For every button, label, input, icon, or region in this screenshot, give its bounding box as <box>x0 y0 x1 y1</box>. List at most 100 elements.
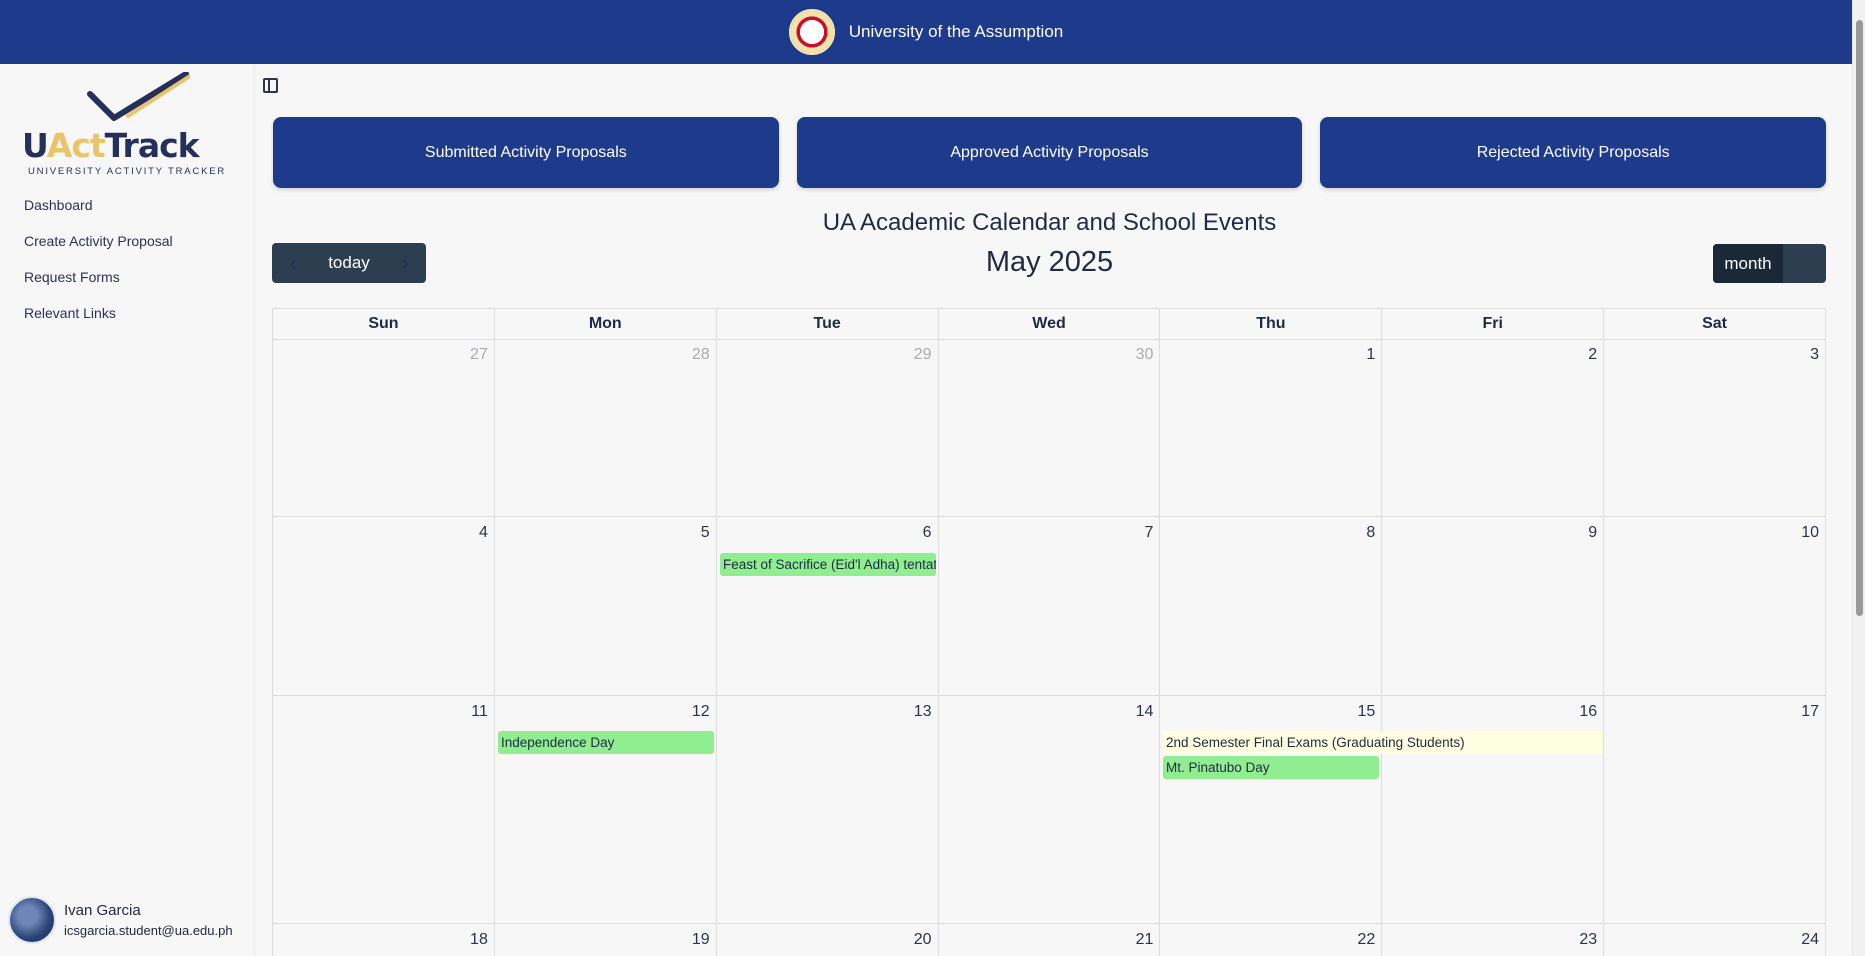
day-cell[interactable]: 10 <box>1604 517 1826 696</box>
page-scrollbar[interactable] <box>1852 0 1865 956</box>
day-number[interactable]: 12 <box>692 703 710 721</box>
day-cell[interactable]: 29 <box>716 339 939 517</box>
day-cell[interactable]: 24 <box>1604 924 1826 956</box>
day-cell[interactable]: 2 <box>1382 339 1605 517</box>
day-number[interactable]: 8 <box>1366 524 1375 542</box>
day-cell[interactable]: 3 <box>1604 339 1826 517</box>
weekday-header: Sun Mon Tue Wed Thu Fri Sat <box>273 309 1826 340</box>
weekday-fri: Fri <box>1382 309 1605 340</box>
sidebar-item-create-activity-proposal[interactable]: Create Activity Proposal <box>24 232 173 268</box>
sidebar-item-request-forms[interactable]: Request Forms <box>24 268 173 304</box>
day-number[interactable]: 22 <box>1357 931 1375 949</box>
day-number[interactable]: 3 <box>1810 346 1819 364</box>
day-number[interactable]: 14 <box>1136 703 1154 721</box>
top-header: University of the Assumption <box>0 0 1852 64</box>
day-number[interactable]: 28 <box>692 346 710 364</box>
day-number[interactable]: 13 <box>914 703 932 721</box>
sidebar-item-relevant-links[interactable]: Relevant Links <box>24 304 173 340</box>
header-title: University of the Assumption <box>848 22 1064 41</box>
logo-wordmark: UActTrack <box>22 126 200 165</box>
weekday-wed: Wed <box>938 309 1161 340</box>
day-cell[interactable]: 7 <box>938 517 1161 696</box>
day-number[interactable]: 21 <box>1136 931 1154 949</box>
day-number[interactable]: 1 <box>1366 346 1375 364</box>
proposal-cards: Submitted Activity Proposals Approved Ac… <box>273 117 1827 188</box>
day-number[interactable]: 20 <box>914 931 932 949</box>
calendar-nav-group: ‹ today › <box>272 243 426 283</box>
day-number[interactable]: 23 <box>1579 931 1597 949</box>
day-number[interactable]: 10 <box>1801 524 1819 542</box>
day-number[interactable]: 27 <box>470 346 488 364</box>
day-number[interactable]: 16 <box>1579 703 1597 721</box>
day-cell[interactable]: 23 <box>1382 924 1605 956</box>
day-number[interactable]: 18 <box>470 931 488 949</box>
day-cell[interactable]: 14 <box>938 696 1161 924</box>
avatar <box>8 896 56 944</box>
day-cell[interactable]: 27 <box>273 339 495 517</box>
day-cell[interactable]: 6 <box>716 517 939 696</box>
weekday-tue: Tue <box>716 309 939 340</box>
day-cell[interactable]: 9 <box>1382 517 1605 696</box>
day-cell[interactable]: 30 <box>938 339 1161 517</box>
day-number[interactable]: 17 <box>1801 703 1819 721</box>
weekday-mon: Mon <box>494 309 717 340</box>
sidebar-toggle-icon[interactable] <box>263 78 278 93</box>
prev-month-icon[interactable]: ‹ <box>272 243 314 283</box>
today-button[interactable]: today <box>314 253 384 273</box>
user-profile[interactable]: Ivan Garcia icsgarcia.student@ua.edu.ph <box>8 896 233 944</box>
day-cell[interactable]: 17 <box>1604 696 1826 924</box>
day-number[interactable]: 19 <box>692 931 710 949</box>
sidebar-item-dashboard[interactable]: Dashboard <box>24 196 173 232</box>
calendar-month-title: May 2025 <box>985 246 1114 278</box>
day-cell[interactable]: 28 <box>494 339 717 517</box>
user-name: Ivan Garcia <box>64 902 141 919</box>
day-cell[interactable]: 5 <box>494 517 717 696</box>
day-cell[interactable]: 8 <box>1160 517 1383 696</box>
day-number[interactable]: 29 <box>914 346 932 364</box>
week-row: 27 28 29 30 1 2 3 <box>273 339 1826 517</box>
day-number[interactable]: 2 <box>1588 346 1597 364</box>
university-seal-icon <box>788 9 835 55</box>
submitted-proposals-button[interactable]: Submitted Activity Proposals <box>273 117 779 188</box>
day-number[interactable]: 15 <box>1357 703 1375 721</box>
day-cell[interactable]: 4 <box>273 517 495 696</box>
uacttrack-logo[interactable]: UActTrack UNIVERSITY ACTIVITY TRACKER <box>22 72 232 180</box>
day-cell[interactable]: 1 <box>1160 339 1383 517</box>
weekday-sun: Sun <box>273 309 495 340</box>
view-toggle: month <box>1713 244 1826 283</box>
user-email: icsgarcia.student@ua.edu.ph <box>64 923 233 938</box>
sidebar-nav: Dashboard Create Activity Proposal Reque… <box>24 196 173 340</box>
checkmark-logo-icon <box>87 72 190 121</box>
logo-tagline: UNIVERSITY ACTIVITY TRACKER <box>28 166 226 177</box>
day-number[interactable]: 4 <box>479 524 488 542</box>
day-number[interactable]: 5 <box>701 524 710 542</box>
week-row: 18 19 20 21 22 23 24 <box>273 924 1826 956</box>
day-number[interactable]: 6 <box>923 524 932 542</box>
week-row: 4 5 6 7 8 9 10 Feast of Sacrifice (Eid'l… <box>273 517 1826 696</box>
day-cell[interactable]: 19 <box>495 924 717 956</box>
day-number[interactable]: 30 <box>1136 346 1154 364</box>
scrollbar-thumb[interactable] <box>1856 20 1863 616</box>
next-month-icon[interactable]: › <box>384 243 426 283</box>
approved-proposals-button[interactable]: Approved Activity Proposals <box>796 117 1303 188</box>
day-number[interactable]: 7 <box>1145 524 1154 542</box>
day-cell[interactable]: 13 <box>716 696 939 924</box>
day-cell[interactable]: 21 <box>939 924 1161 956</box>
day-number[interactable]: 24 <box>1801 931 1819 949</box>
event-independence-day[interactable]: Independence Day <box>498 731 714 754</box>
day-cell[interactable]: 11 <box>273 696 495 924</box>
event-eid-al-adha[interactable]: Feast of Sacrifice (Eid'l Adha) tentativ… <box>720 553 936 576</box>
event-final-exams[interactable]: 2nd Semester Final Exams (Graduating Stu… <box>1163 731 1603 754</box>
month-view-button[interactable]: month <box>1713 244 1783 283</box>
weekday-sat: Sat <box>1604 309 1826 340</box>
event-mt-pinatubo-day[interactable]: Mt. Pinatubo Day <box>1163 756 1379 779</box>
rejected-proposals-button[interactable]: Rejected Activity Proposals <box>1320 117 1827 188</box>
day-number[interactable]: 11 <box>471 703 488 721</box>
day-cell[interactable]: 18 <box>273 924 495 956</box>
day-cell[interactable]: 20 <box>717 924 939 956</box>
weekday-thu: Thu <box>1160 309 1383 340</box>
day-cell[interactable]: 22 <box>1160 924 1383 956</box>
week-row: 11 12 13 14 15 16 17 Independence Day 2n… <box>273 696 1826 924</box>
day-number[interactable]: 9 <box>1588 524 1597 542</box>
calendar-grid: Sun Mon Tue Wed Thu Fri Sat 27 28 29 30 … <box>272 308 1826 956</box>
